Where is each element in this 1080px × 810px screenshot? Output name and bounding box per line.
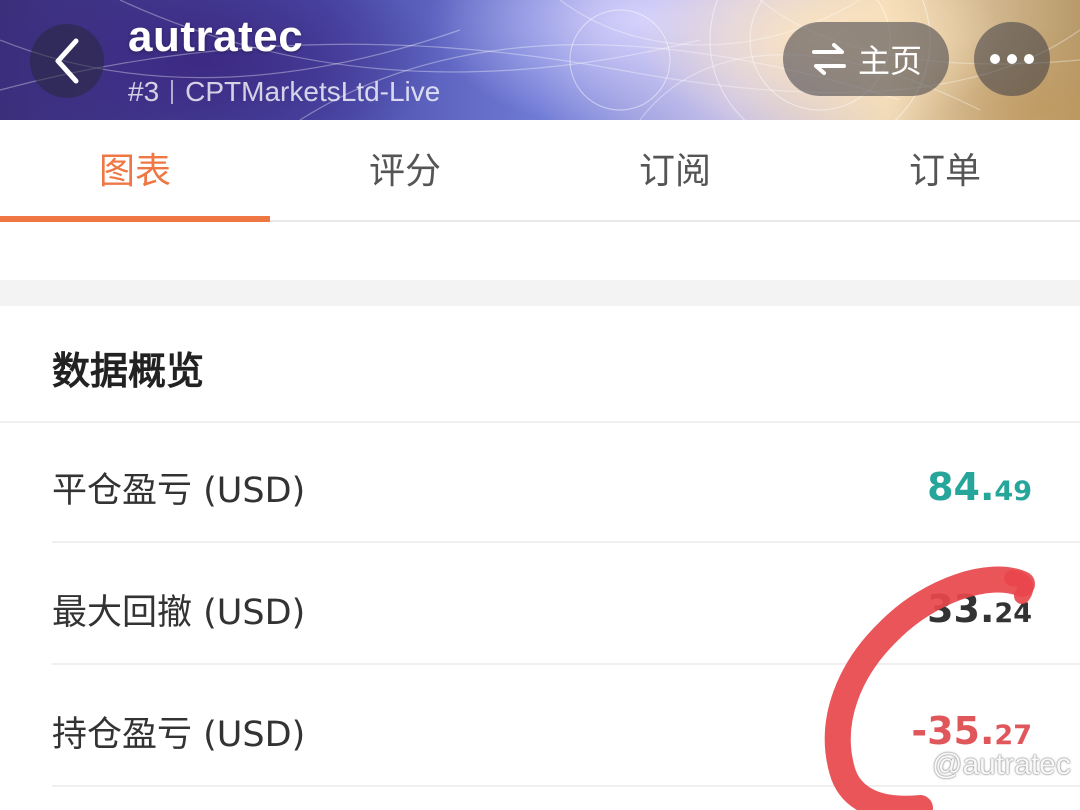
- closed-pnl-integer: 84.: [927, 465, 995, 509]
- floating-pnl-decimal: 27: [994, 720, 1032, 751]
- closed-pnl-decimal: 49: [994, 476, 1032, 507]
- overview-title: 数据概览: [52, 349, 205, 393]
- watermark: @autratec: [896, 748, 1071, 782]
- account-subtitle: #3 CPTMarketsLtd-Live: [128, 76, 440, 108]
- more-dots-icon: [990, 54, 1000, 64]
- chevron-left-icon: [55, 38, 79, 84]
- tab-chart[interactable]: 图表: [0, 120, 270, 222]
- closed-pnl-value: 84. 49: [927, 465, 1032, 509]
- divider: [52, 663, 1080, 665]
- tab-bar: 图表 评分 订阅 订单: [0, 120, 1080, 222]
- more-dot: [1007, 54, 1017, 64]
- home-button-label: 主页: [857, 42, 922, 80]
- divider: [52, 541, 1080, 543]
- floating-pnl-label: 持仓盈亏 (USD): [52, 714, 306, 755]
- section-gap: [0, 280, 1080, 306]
- broker-server: CPTMarketsLtd-Live: [185, 76, 441, 107]
- subtitle-separator: [171, 80, 174, 104]
- zhihu-logo-icon: [897, 751, 925, 779]
- more-dot: [1024, 54, 1034, 64]
- empty-content-area: [38, 224, 1042, 280]
- overview-row-closed-pnl: 平仓盈亏 (USD) 84. 49: [52, 427, 1032, 547]
- max-drawdown-decimal: 24: [994, 598, 1032, 629]
- watermark-text: @autratec: [932, 748, 1071, 781]
- tab-subscribe[interactable]: 订阅: [540, 120, 810, 220]
- closed-pnl-label: 平仓盈亏 (USD): [52, 470, 306, 511]
- tab-rating[interactable]: 评分: [270, 120, 540, 220]
- swap-arrows-icon: [811, 43, 846, 75]
- more-button[interactable]: [974, 22, 1050, 96]
- floating-pnl-value: -35. 27: [911, 709, 1032, 753]
- account-header-banner: autratec #3 CPTMarketsLtd-Live 主页: [0, 0, 1080, 120]
- max-drawdown-label: 最大回撤 (USD): [52, 592, 306, 633]
- back-button[interactable]: [30, 24, 104, 98]
- max-drawdown-value: 33. 24: [927, 587, 1032, 631]
- divider: [52, 785, 1080, 787]
- account-number: #3: [128, 76, 160, 107]
- tab-orders[interactable]: 订单: [810, 120, 1080, 220]
- max-drawdown-integer: 33.: [927, 587, 995, 631]
- overview-row-max-drawdown: 最大回撤 (USD) 33. 24: [52, 549, 1032, 669]
- overview-row-floating-pnl: 持仓盈亏 (USD) -35. 27: [52, 671, 1032, 791]
- divider: [0, 421, 1080, 423]
- home-button[interactable]: 主页: [783, 22, 949, 96]
- account-name: autratec: [128, 12, 304, 61]
- floating-pnl-integer: -35.: [911, 709, 995, 753]
